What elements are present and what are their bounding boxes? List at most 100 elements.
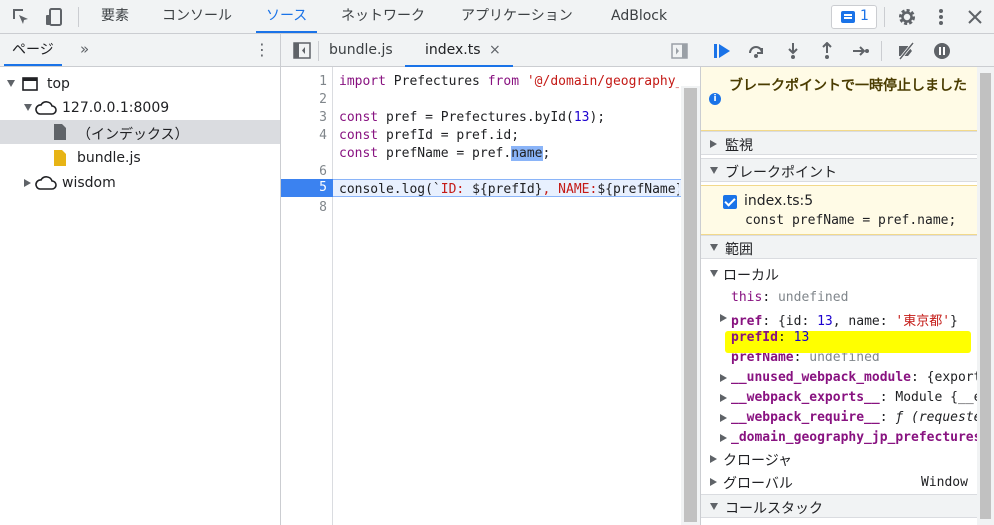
tab-network[interactable]: ネットワーク: [341, 0, 425, 33]
toggle-navigator-icon[interactable]: [293, 42, 311, 59]
tree-item-bundle[interactable]: bundle.js: [0, 146, 280, 170]
scope-var-this[interactable]: this: undefined: [701, 288, 977, 308]
line-number[interactable]: 2: [319, 91, 327, 109]
code-line-1: import Prefectures from '@/domain/geogra…: [339, 74, 679, 89]
inspect-element-icon[interactable]: [10, 6, 32, 28]
tab-application[interactable]: アプリケーション: [461, 0, 573, 33]
pause-on-exceptions-icon[interactable]: [933, 42, 951, 60]
collapse-arrow-icon: [720, 414, 727, 422]
section-scope[interactable]: 範囲: [701, 235, 977, 259]
expand-arrow-icon[interactable]: [24, 104, 32, 111]
editor-tabs: bundle.js index.ts ×: [281, 34, 701, 67]
issues-count: 1: [860, 8, 869, 24]
toolbar-divider: [78, 7, 79, 27]
section-title: 監視: [725, 138, 753, 154]
tab-console[interactable]: コンソール: [162, 0, 232, 33]
scope-var-webpack-exports[interactable]: __webpack_exports__: Module {__esModule:…: [701, 388, 977, 408]
scope-var-unused-module[interactable]: __unused_webpack_module: {exports: {}}: [701, 368, 977, 388]
tab-pages[interactable]: ページ: [4, 34, 62, 66]
breakpoint-location: index.ts:5: [744, 193, 814, 209]
resume-icon[interactable]: [713, 42, 731, 60]
tab-bundle-js[interactable]: bundle.js: [329, 34, 393, 66]
breakpoint-marker[interactable]: 5: [281, 179, 333, 197]
collapse-arrow-icon: [720, 434, 727, 442]
breakpoint-item[interactable]: index.ts:5 const prefName = pref.name;: [701, 185, 977, 235]
navigator-menu-icon[interactable]: ⋮: [254, 40, 270, 59]
kebab-menu-icon[interactable]: [930, 6, 952, 28]
scrollbar-thumb[interactable]: [684, 88, 697, 522]
tree-item-host[interactable]: 127.0.0.1:8009: [0, 96, 280, 120]
collapse-arrow-icon: [720, 374, 727, 382]
navigator-tabs: ページ » ⋮: [0, 34, 280, 67]
scope-label: クロージャ: [723, 453, 793, 469]
collapse-arrow-icon[interactable]: [24, 179, 31, 187]
deactivate-breakpoints-icon[interactable]: [897, 42, 915, 60]
paused-message: ブレークポイントで一時停止しました: [729, 78, 967, 94]
close-tab-icon[interactable]: ×: [489, 42, 501, 58]
breakpoint-code: const prefName = pref.name;: [745, 213, 957, 228]
code-line-4: const prefId = pref.id;: [339, 128, 520, 143]
collapse-arrow-icon: [720, 314, 727, 322]
line-number[interactable]: 3: [319, 109, 327, 127]
code-line-7: console.log(`ID: ${prefId}, NAME:${prefN…: [339, 182, 679, 197]
scope-var-pref[interactable]: pref: {id: 13, name: '東京都'}: [701, 308, 977, 328]
tab-elements[interactable]: 要素: [101, 0, 129, 33]
info-icon: i: [709, 93, 721, 105]
scope-local[interactable]: ローカル: [701, 264, 977, 284]
debugger-toolbar: [701, 34, 994, 67]
global-value: Window: [921, 475, 968, 490]
tab-adblock[interactable]: AdBlock: [611, 0, 667, 33]
tree-item-label: top: [47, 76, 70, 92]
toggle-debugger-icon[interactable]: [671, 43, 688, 59]
section-callstack[interactable]: コールスタック: [701, 494, 977, 518]
breakpoint-checkbox[interactable]: [723, 195, 737, 209]
file-navigator-pane: ページ » ⋮ top 127.0.0.1:8009 （インデックス） bund…: [0, 34, 281, 525]
code-line-5: const prefName = pref.name;: [339, 146, 551, 161]
editor-scrollbar[interactable]: [681, 86, 700, 525]
code-editor-pane: bundle.js index.ts × 1 2 3 4 6 7 8 5 imp…: [281, 34, 701, 525]
paused-banner: i ブレークポイントで一時停止しました: [701, 67, 977, 131]
frame-icon: [22, 77, 38, 91]
section-title: コールスタック: [725, 501, 823, 517]
devtools-tab-bar: 要素 コンソール ソース ネットワーク アプリケーション AdBlock 1: [0, 0, 994, 34]
step-over-icon[interactable]: [747, 42, 765, 60]
scrollbar-thumb[interactable]: [980, 73, 991, 519]
file-icon: [54, 124, 66, 140]
js-file-icon: [54, 150, 66, 166]
issues-badge-button[interactable]: 1: [831, 5, 877, 29]
tree-item-top[interactable]: top: [0, 72, 280, 96]
toolbar-divider: [884, 7, 885, 27]
scope-var-domain-prefectures[interactable]: _domain_geography_jp_prefectures: [701, 428, 977, 448]
close-icon[interactable]: [964, 6, 986, 28]
debugger-sidebar: i ブレークポイントで一時停止しました 監視 ブレークポイント index.ts…: [701, 34, 994, 525]
scope-var-prefid[interactable]: prefId: 13: [701, 328, 977, 348]
scope-global[interactable]: グローバル Window: [701, 472, 977, 492]
tree-item-wisdom[interactable]: wisdom: [0, 171, 280, 195]
tree-item-label: wisdom: [62, 175, 116, 191]
more-tabs-button[interactable]: »: [80, 40, 89, 58]
scope-closure[interactable]: クロージャ: [701, 449, 977, 469]
debugger-scrollbar[interactable]: [977, 67, 994, 525]
scope-var-webpack-require[interactable]: __webpack_require__: ƒ (requestedModule): [701, 408, 977, 428]
step-icon[interactable]: [852, 42, 870, 60]
collapse-arrow-icon: [710, 455, 717, 463]
tree-item-index[interactable]: （インデックス）: [0, 120, 280, 144]
cloud-icon: [35, 176, 57, 190]
gear-icon[interactable]: [896, 6, 918, 28]
line-number[interactable]: 4: [319, 127, 327, 145]
expand-arrow-icon: [710, 244, 718, 251]
step-out-icon[interactable]: [818, 42, 836, 60]
line-number[interactable]: 8: [319, 199, 327, 217]
section-breakpoints[interactable]: ブレークポイント: [701, 158, 977, 182]
code-line-3: const pref = Prefectures.byId(13);: [339, 110, 606, 125]
step-into-icon[interactable]: [784, 42, 802, 60]
section-watch[interactable]: 監視: [701, 131, 977, 155]
device-toolbar-icon[interactable]: [43, 6, 65, 28]
collapse-arrow-icon: [720, 394, 727, 402]
expand-arrow-icon[interactable]: [7, 80, 15, 87]
expand-arrow-icon: [710, 270, 718, 277]
tab-sources[interactable]: ソース: [255, 0, 318, 33]
line-number[interactable]: 1: [319, 73, 327, 91]
tab-index-ts[interactable]: index.ts ×: [405, 34, 513, 67]
tree-item-label: 127.0.0.1:8009: [62, 100, 170, 116]
